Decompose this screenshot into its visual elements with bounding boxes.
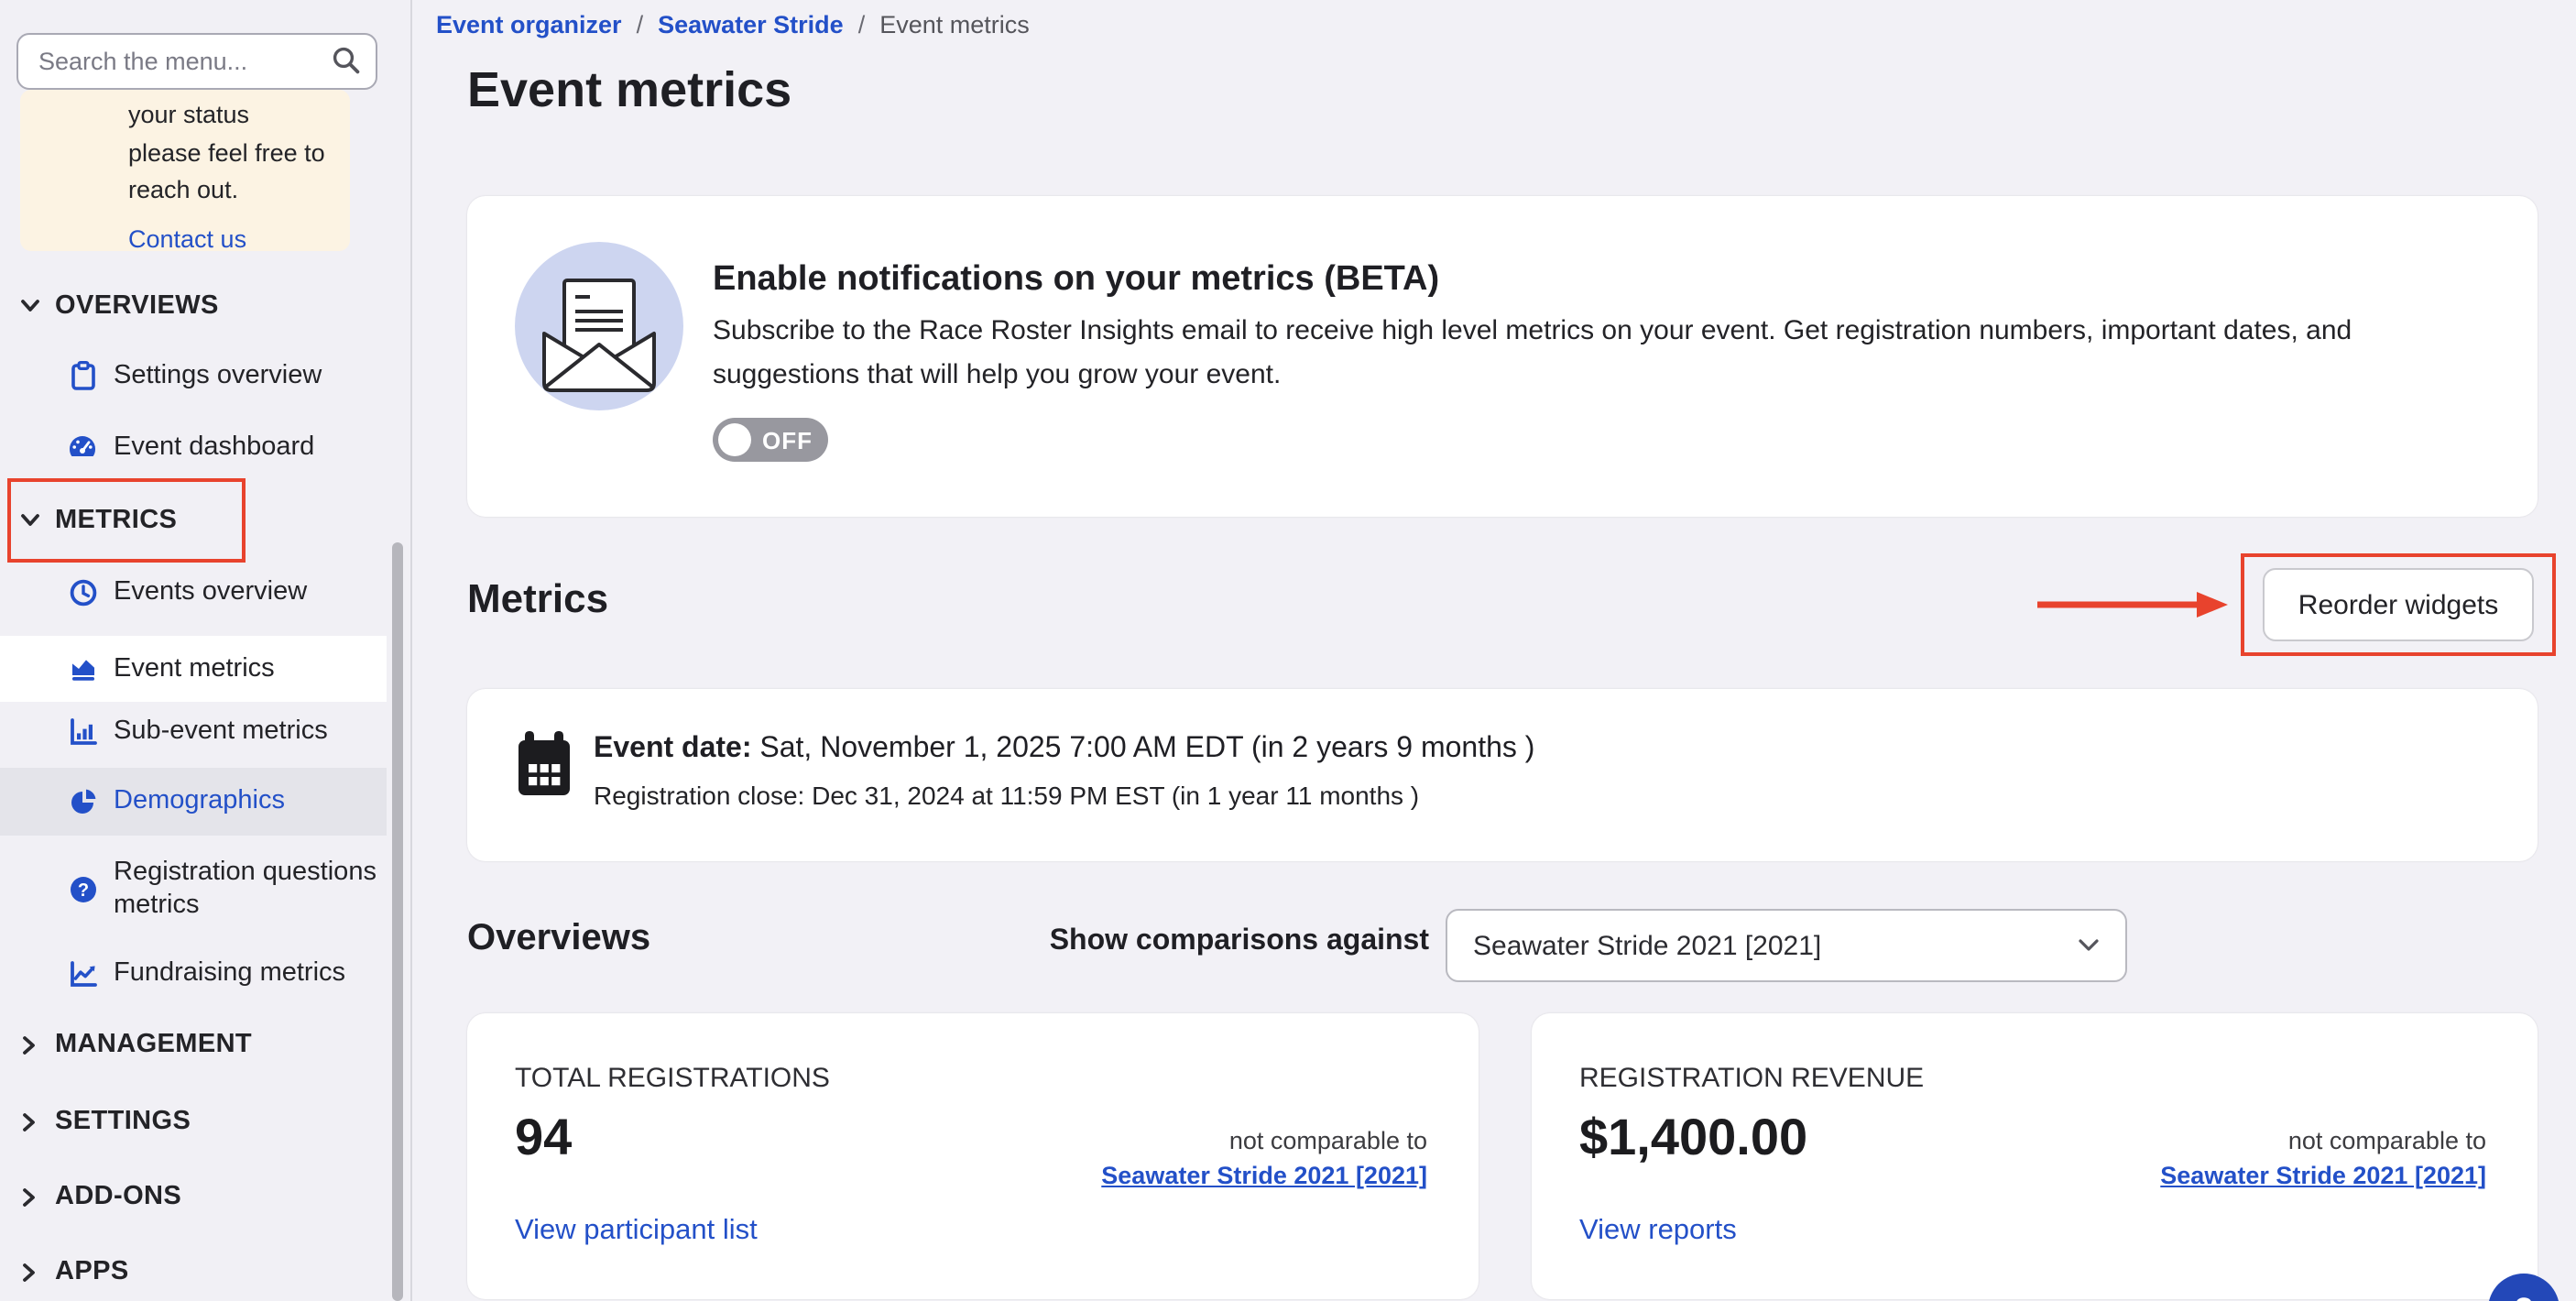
sidebar-item-label: Demographics	[114, 786, 285, 815]
comparison-label: Show comparisons against	[909, 925, 1429, 958]
toggle-knob	[718, 423, 751, 456]
notice-line: please feel free to	[128, 135, 335, 172]
notifications-card-body: Subscribe to the Race Roster Insights em…	[713, 310, 2505, 396]
notifications-card-title: Enable notifications on your metrics (BE…	[713, 260, 1439, 301]
sidebar-divider	[410, 0, 412, 1301]
sidebar-section-settings[interactable]: SETTINGS	[18, 1101, 191, 1142]
sidebar-item-label: Sub-event metrics	[114, 716, 328, 746]
notice-line: reach out.	[128, 172, 335, 210]
reorder-widgets-button[interactable]: Reorder widgets	[2263, 568, 2534, 641]
registration-revenue-widget: REGISTRATION REVENUE $1,400.00 not compa…	[1532, 1013, 2538, 1299]
search-icon	[332, 46, 361, 84]
section-label: MANAGEMENT	[55, 1030, 252, 1059]
section-label: METRICS	[55, 506, 177, 535]
chevron-down-icon	[18, 299, 40, 313]
area-chart-icon	[68, 656, 97, 682]
chevron-right-icon	[18, 1262, 40, 1282]
widget-value: $1,400.00	[1579, 1109, 1807, 1167]
column-chart-icon	[68, 717, 97, 745]
total-registrations-widget: TOTAL REGISTRATIONS 94 not comparable to…	[467, 1013, 1479, 1299]
chevron-right-icon	[18, 1186, 40, 1207]
breadcrumb-event-name[interactable]: Seawater Stride	[658, 10, 844, 38]
event-date-label: Event date:	[594, 733, 752, 764]
sidebar-scrollbar[interactable]	[392, 542, 403, 1301]
question-circle-icon: ?	[68, 875, 97, 902]
breadcrumb: Event organizer / Seawater Stride / Even…	[436, 7, 1030, 40]
gauge-icon	[68, 434, 97, 460]
event-date-line: Event date: Sat, November 1, 2025 7:00 A…	[594, 733, 1534, 766]
open-envelope-icon	[515, 242, 683, 420]
comparison-event-link[interactable]: Seawater Stride 2021 [2021]	[2160, 1158, 2486, 1193]
breadcrumb-separator: /	[858, 10, 866, 38]
comparison-select[interactable]: Seawater Stride 2021 [2021]	[1446, 909, 2127, 982]
note-text: not comparable to	[2160, 1123, 2486, 1158]
metrics-section-title: Metrics	[467, 575, 608, 623]
widget-title: REGISTRATION REVENUE	[1579, 1063, 1924, 1094]
sidebar-section-overviews[interactable]: OVERVIEWS	[18, 286, 219, 326]
page-title: Event metrics	[467, 62, 791, 119]
registration-close-line: Registration close: Dec 31, 2024 at 11:5…	[594, 781, 1419, 810]
clipboard-icon	[68, 361, 97, 390]
sidebar-item-event-metrics[interactable]: Event metrics	[68, 645, 275, 693]
overviews-section-title: Overviews	[467, 918, 650, 960]
toggle-state-label: OFF	[762, 426, 813, 454]
section-label: ADD-ONS	[55, 1182, 181, 1211]
clock-icon	[68, 578, 97, 606]
sidebar-item-fundraising-metrics[interactable]: Fundraising metrics	[68, 949, 345, 997]
menu-search-input[interactable]	[16, 33, 377, 90]
widget-comparison-note: not comparable to Seawater Stride 2021 […	[1101, 1123, 1427, 1193]
notice-line: your status	[128, 97, 335, 135]
breadcrumb-separator: /	[637, 10, 644, 38]
sidebar-item-label: Events overview	[114, 577, 307, 607]
section-label: APPS	[55, 1257, 129, 1286]
svg-text:?: ?	[77, 880, 88, 900]
sidebar-section-metrics[interactable]: METRICS	[18, 500, 177, 541]
widget-value: 94	[515, 1109, 572, 1167]
sidebar: your status please feel free to reach ou…	[0, 0, 410, 1301]
breadcrumb-event-organizer[interactable]: Event organizer	[436, 10, 622, 38]
chevron-down-icon	[2078, 929, 2100, 962]
pie-chart-icon	[68, 787, 97, 814]
view-participant-list-link[interactable]: View participant list	[515, 1215, 758, 1248]
section-label: SETTINGS	[55, 1107, 191, 1136]
section-label: OVERVIEWS	[55, 291, 219, 321]
comparison-event-link[interactable]: Seawater Stride 2021 [2021]	[1101, 1158, 1427, 1193]
view-reports-link[interactable]: View reports	[1579, 1215, 1737, 1248]
sidebar-section-add-ons[interactable]: ADD-ONS	[18, 1176, 181, 1217]
sidebar-section-apps[interactable]: APPS	[18, 1252, 129, 1292]
sidebar-item-label: Settings overview	[114, 361, 322, 390]
sidebar-item-registration-questions-metrics[interactable]: ? Registration questions metrics	[68, 854, 381, 924]
app-root: your status please feel free to reach ou…	[0, 0, 2576, 1301]
event-date-card: Event date: Sat, November 1, 2025 7:00 A…	[467, 689, 2538, 861]
line-chart-icon	[68, 959, 97, 987]
red-annotation-arrow	[2034, 586, 2232, 632]
comparison-selected-value: Seawater Stride 2021 [2021]	[1473, 930, 2078, 961]
chevron-down-icon	[18, 513, 40, 528]
sidebar-item-label: Event dashboard	[114, 432, 314, 462]
breadcrumb-current: Event metrics	[879, 10, 1030, 38]
sidebar-item-event-dashboard[interactable]: Event dashboard	[68, 423, 314, 471]
sidebar-section-management[interactable]: MANAGEMENT	[18, 1024, 252, 1065]
sidebar-item-settings-overview[interactable]: Settings overview	[68, 352, 322, 399]
sidebar-item-label: Registration questions metrics	[114, 855, 381, 923]
sidebar-item-events-overview[interactable]: Events overview	[68, 568, 307, 616]
note-text: not comparable to	[1101, 1123, 1427, 1158]
notifications-card: Enable notifications on your metrics (BE…	[467, 196, 2538, 517]
calendar-icon	[517, 729, 572, 812]
sidebar-item-label: Event metrics	[114, 654, 275, 683]
sidebar-item-sub-event-metrics[interactable]: Sub-event metrics	[68, 707, 328, 755]
sidebar-item-demographics[interactable]: Demographics	[68, 777, 285, 825]
notifications-toggle[interactable]: OFF	[713, 418, 828, 462]
widget-title: TOTAL REGISTRATIONS	[515, 1063, 830, 1094]
sidebar-item-label: Fundraising metrics	[114, 958, 345, 988]
chevron-right-icon	[18, 1034, 40, 1055]
status-notice: your status please feel free to reach ou…	[20, 90, 350, 251]
contact-us-link[interactable]: Contact us	[128, 221, 335, 257]
widget-comparison-note: not comparable to Seawater Stride 2021 […	[2160, 1123, 2486, 1193]
event-date-value: Sat, November 1, 2025 7:00 AM EDT (in 2 …	[752, 733, 1535, 764]
chevron-right-icon	[18, 1111, 40, 1132]
